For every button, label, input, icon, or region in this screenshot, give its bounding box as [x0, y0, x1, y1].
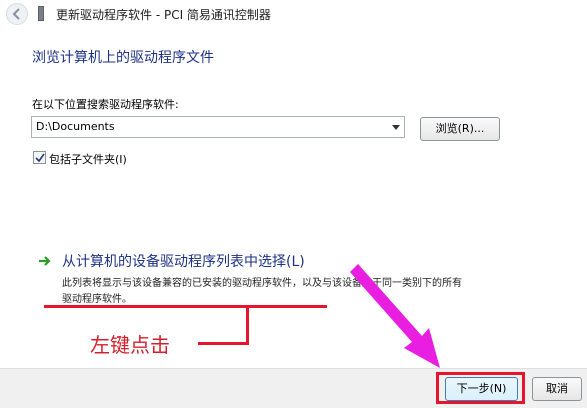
driver-update-window: 更新驱动程序软件 - PCI 简易通讯控制器 浏览计算机上的驱动程序文件 在以下…: [0, 0, 587, 408]
magenta-arrow-icon: [350, 264, 440, 368]
cancel-button[interactable]: 取消: [532, 377, 582, 401]
next-button-highlight: [436, 372, 525, 404]
